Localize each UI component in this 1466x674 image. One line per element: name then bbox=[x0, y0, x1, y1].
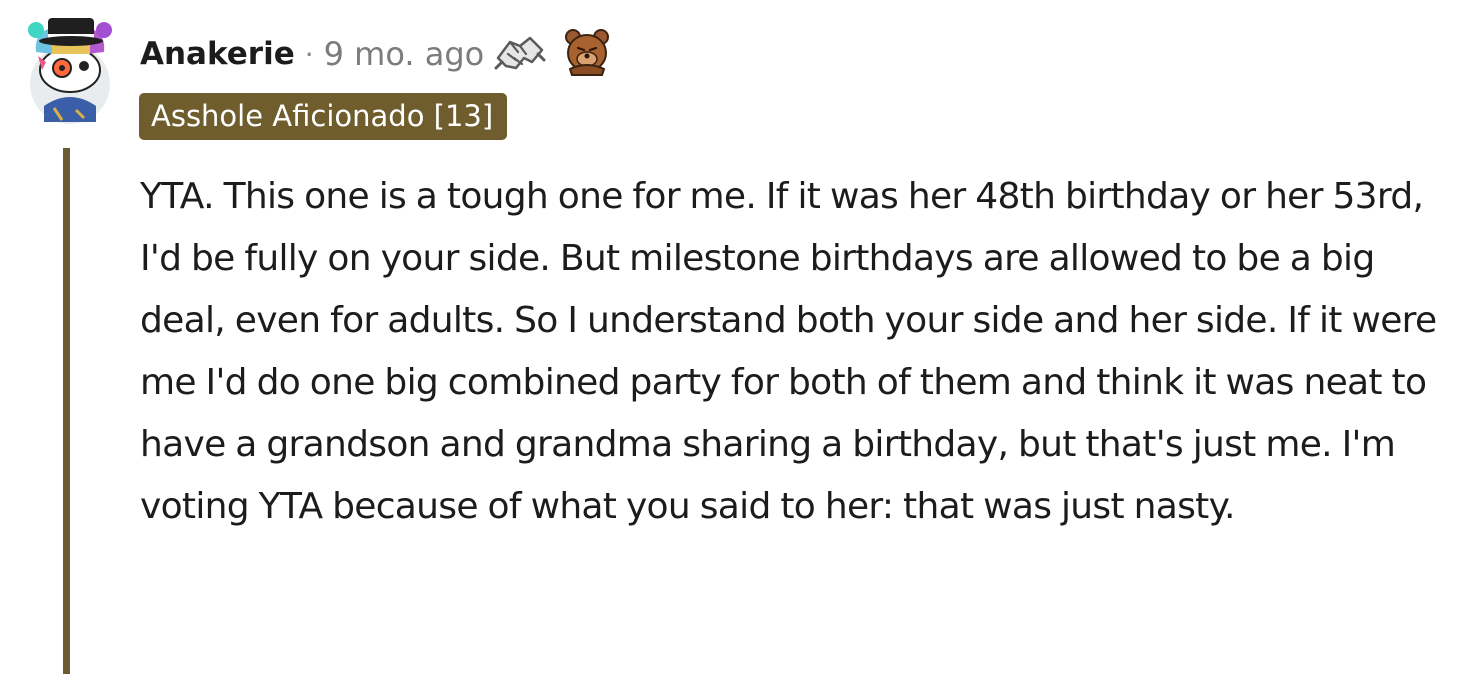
comment-body: YTA. This one is a tough one for me. If … bbox=[140, 176, 1437, 527]
comment: Anakerie · 9 mo. ago Asshole Aficionado … bbox=[0, 0, 1466, 674]
comment-timestamp[interactable]: 9 mo. ago bbox=[324, 35, 485, 73]
thread-line[interactable] bbox=[63, 148, 70, 674]
bear-facepalm-icon[interactable] bbox=[564, 27, 610, 81]
comment-meta: Anakerie · 9 mo. ago bbox=[140, 28, 610, 80]
meta-separator: · bbox=[304, 37, 314, 71]
handshake-icon[interactable] bbox=[494, 28, 546, 80]
user-flair: Asshole Aficionado [13] bbox=[139, 93, 508, 140]
user-avatar[interactable] bbox=[24, 10, 116, 126]
username-link[interactable]: Anakerie bbox=[140, 36, 295, 72]
avatar-icon bbox=[28, 18, 112, 124]
